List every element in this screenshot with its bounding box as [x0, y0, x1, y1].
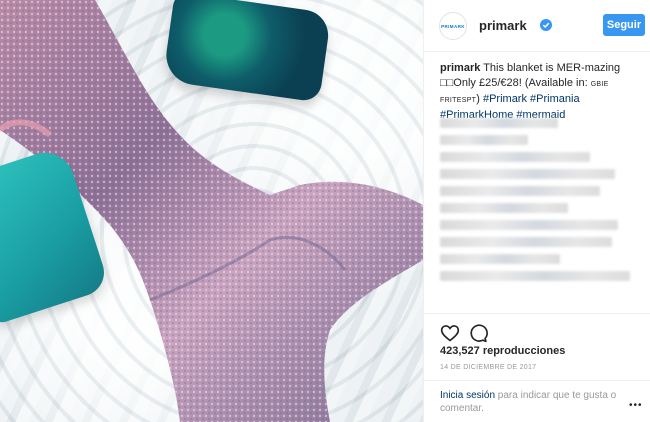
login-prompt-row: Inicia sesión para indicar que te gusta …: [424, 380, 650, 422]
avatar[interactable]: PRIMARK: [439, 12, 467, 40]
blurred-comments: [440, 118, 635, 288]
view-count: 423,527 reproducciones: [440, 345, 566, 357]
blurred-comment-line: [440, 135, 528, 145]
blurred-comment-line: [440, 237, 612, 247]
login-link[interactable]: Inicia sesión: [440, 390, 495, 401]
blurred-comment-line: [440, 220, 618, 230]
post-actions: 423,527 reproducciones 14 DE DICIEMBRE D…: [424, 313, 650, 421]
more-options-icon[interactable]: •••: [629, 400, 643, 411]
caption-text-1: This blanket is MER-mazing: [480, 62, 621, 74]
comment-bubble-icon[interactable]: [468, 323, 488, 343]
blurred-comment-line: [440, 118, 558, 128]
caption-text-3: ): [476, 93, 483, 105]
heart-icon[interactable]: [440, 323, 460, 343]
post-header: PRIMARK primark Seguir: [424, 0, 650, 52]
caption-text-2: Only £25/€28! (Available in:: [453, 77, 591, 89]
post-details-panel: PRIMARK primark Seguir primark This blan…: [423, 0, 650, 422]
username-link[interactable]: primark: [479, 18, 527, 33]
hashtag-primania[interactable]: #Primania: [530, 93, 580, 105]
blurred-comment-line: [440, 271, 630, 281]
hashtag-primark[interactable]: #Primark: [483, 93, 527, 105]
avatar-logo-text: PRIMARK: [441, 23, 465, 29]
blurred-comment-line: [440, 169, 615, 179]
follow-button[interactable]: Seguir: [603, 14, 645, 36]
login-prompt: Inicia sesión para indicar que te gusta …: [440, 389, 625, 415]
blurred-comment-line: [440, 203, 568, 213]
post-date: 14 DE DICIEMBRE DE 2017: [440, 364, 537, 371]
post-media[interactable]: [0, 0, 423, 422]
blurred-comment-line: [440, 254, 560, 264]
post-caption: primark This blanket is MER-mazing □□Onl…: [440, 61, 640, 123]
blurred-comment-line: [440, 152, 590, 162]
caption-emoji: □□: [440, 77, 454, 89]
caption-username[interactable]: primark: [440, 62, 480, 74]
verified-badge-icon: [540, 19, 552, 31]
blurred-comment-line: [440, 186, 600, 196]
